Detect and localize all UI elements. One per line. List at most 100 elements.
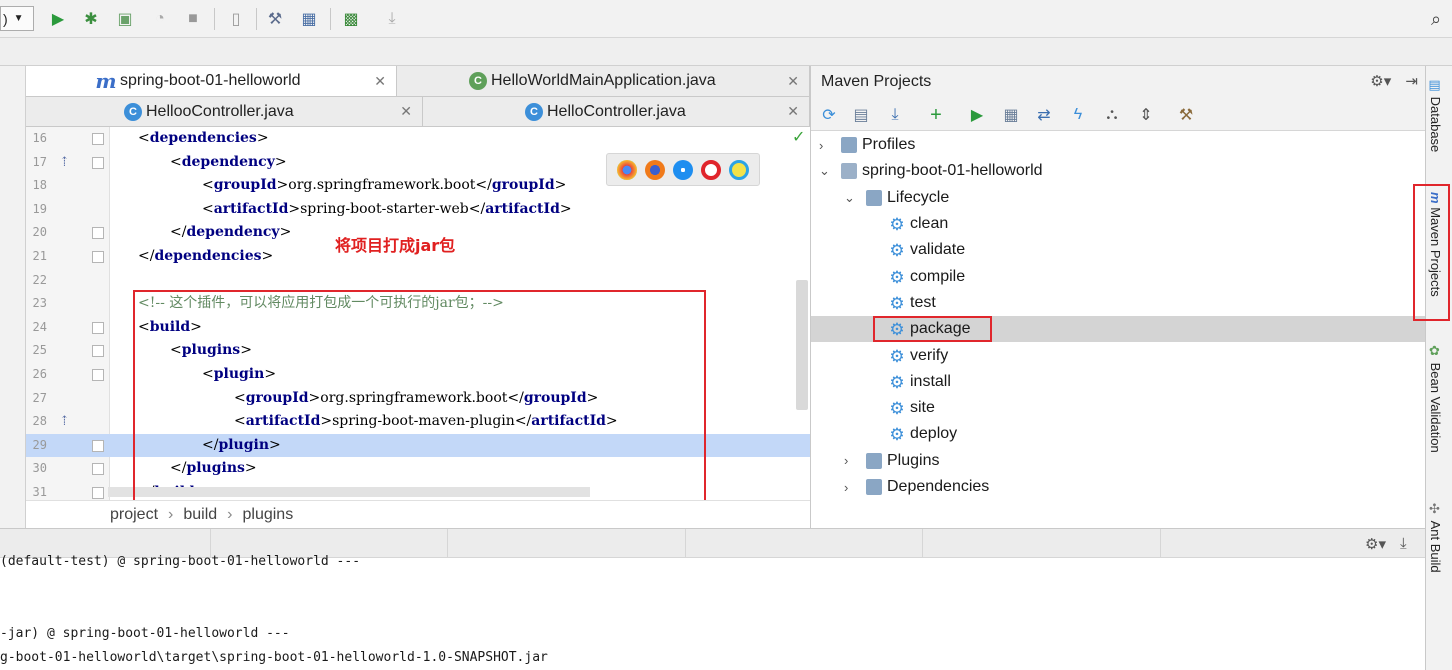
xml-tag-name: artifactId	[485, 200, 560, 217]
maven-tree-item-install[interactable]: ⚙ install	[811, 369, 1426, 395]
annotation-highlight-box	[1413, 184, 1450, 321]
profile-icon[interactable]: ◔	[148, 7, 172, 31]
chevron-right-icon[interactable]: ›	[844, 453, 848, 468]
show-dependencies-icon[interactable]: ⛬	[1101, 104, 1123, 126]
run-config-select[interactable]: ) ▼	[0, 6, 34, 31]
close-icon[interactable]: ✕	[787, 103, 799, 120]
tab-hellocontroller-2[interactable]: C HelloController.java ✕	[423, 97, 810, 126]
bean-validation-tab[interactable]: ✿ Bean Validation	[1428, 344, 1443, 453]
generate-sources-icon[interactable]: ▤	[850, 104, 872, 126]
fold-marker-icon[interactable]	[92, 251, 104, 263]
maven-tree-item-validate[interactable]: ⚙ validate	[811, 237, 1426, 263]
override-marker-icon[interactable]: ⇡	[59, 151, 70, 175]
fold-marker-icon[interactable]	[92, 321, 104, 334]
line-number: 27	[32, 390, 47, 405]
gear-icon[interactable]: ⚙▾	[1370, 73, 1391, 90]
close-icon[interactable]: ✕	[374, 73, 386, 90]
chevron-down-icon[interactable]: ⌄	[844, 190, 855, 206]
breadcrumb-item-plugins[interactable]: plugins	[243, 506, 294, 524]
console-output[interactable]: (default-test) @ spring-boot-01-hellowor…	[0, 554, 1425, 670]
ant-build-tab[interactable]: ✣ Ant Build	[1428, 502, 1443, 573]
maven-tree-item-clean[interactable]: ⚙ clean	[811, 211, 1426, 237]
fold-marker-icon[interactable]	[92, 463, 104, 476]
fold-marker-icon[interactable]	[92, 156, 104, 169]
ie-icon[interactable]	[729, 159, 749, 180]
maven-icon[interactable]: ▩	[339, 7, 363, 31]
tab-spring-boot-01-helloworld[interactable]: m spring-boot-01-helloworld ✕	[26, 66, 397, 96]
code-line[interactable]: 16 <dependencies>	[26, 127, 810, 151]
skip-tests-icon[interactable]: ϟ	[1067, 104, 1089, 126]
download-icon[interactable]: ⤓	[380, 7, 404, 31]
fold-marker-icon[interactable]	[92, 487, 104, 499]
fold-marker-icon[interactable]	[92, 345, 104, 358]
close-icon[interactable]: ✕	[787, 73, 799, 90]
annotation-text: 将项目打成jar包	[335, 236, 456, 255]
tab-helloworldmainapplication[interactable]: C HelloWorldMainApplication.java ✕	[397, 66, 810, 96]
breadcrumb-item-project[interactable]: project	[110, 506, 158, 524]
maven-tree-item-site[interactable]: ⚙ site	[811, 395, 1426, 421]
maven-tree-item-deploy[interactable]: ⚙ deploy	[811, 421, 1426, 447]
chevron-right-icon[interactable]: ›	[819, 138, 823, 153]
project-structure-icon[interactable]: ⚒	[263, 7, 287, 31]
class-icon: C	[525, 102, 543, 121]
editor-vertical-scrollbar[interactable]	[796, 280, 808, 410]
code-line[interactable]: 22	[26, 269, 810, 293]
code-line[interactable]: 19 <artifactId>spring-boot-starter-web</a…	[26, 198, 810, 222]
maven-panel-title: Maven Projects	[821, 72, 932, 90]
collapse-all-icon[interactable]: ⇕	[1135, 104, 1157, 126]
tree-item-label: Dependencies	[887, 478, 990, 496]
xml-bracket: <	[138, 130, 150, 146]
database-tab[interactable]: ▤ Database	[1428, 78, 1443, 152]
maven-tree-item-verify[interactable]: ⚙ verify	[811, 342, 1426, 368]
fold-marker-icon[interactable]	[92, 369, 104, 381]
build-artifact-icon[interactable]: ▯	[224, 7, 248, 31]
chevron-right-icon[interactable]: ›	[844, 480, 848, 495]
chrome-icon[interactable]	[617, 159, 637, 180]
maven-tree-item-test[interactable]: ⚙ test	[811, 290, 1426, 316]
stop-icon[interactable]: ■	[181, 7, 205, 31]
run-goal-icon[interactable]: ▶	[966, 104, 988, 126]
run-config-icon[interactable]: ▦	[1000, 104, 1022, 126]
firefox-icon[interactable]	[645, 159, 665, 180]
maven-tree-item-plugins[interactable]: › Plugins	[811, 448, 1426, 474]
maven-tree-item-lifecycle[interactable]: ⌄ Lifecycle	[811, 185, 1426, 211]
left-tool-strip	[0, 66, 26, 528]
gear-icon: ⚙	[889, 346, 905, 366]
xml-text: org.springframework.boot	[288, 177, 476, 194]
download-sources-icon[interactable]: ⤓	[884, 104, 906, 126]
run-icon[interactable]: ▶	[46, 7, 70, 31]
override-marker-icon[interactable]: ⇡	[59, 410, 70, 434]
tab-label: spring-boot-01-helloworld	[120, 72, 301, 89]
toggle-offline-icon[interactable]: ⇄	[1033, 104, 1055, 126]
line-number: 30	[32, 461, 47, 476]
maven-tree-item-profiles[interactable]: › Profiles	[811, 132, 1426, 158]
main-toolbar: ) ▼ ▶ ✱ ▣ ◔ ■ ▯ ⚒ ▦ ▩ ⤓ ⌕	[0, 0, 1452, 38]
maven-tree-item-dependencies[interactable]: › Dependencies	[811, 474, 1426, 500]
chevron-down-icon[interactable]: ⌄	[819, 163, 830, 179]
hide-panel-icon[interactable]: ⇥	[1405, 73, 1418, 90]
fold-marker-icon[interactable]	[92, 133, 104, 145]
coverage-icon[interactable]: ▣	[113, 7, 137, 31]
breadcrumb-item-build[interactable]: build	[183, 506, 217, 524]
sdk-icon[interactable]: ▦	[297, 7, 321, 31]
tree-item-label: test	[910, 293, 936, 311]
close-icon[interactable]: ✕	[400, 103, 412, 120]
reimport-icon[interactable]: ⟳	[818, 104, 840, 126]
debug-icon[interactable]: ✱	[79, 7, 103, 31]
tree-item-label: clean	[910, 215, 949, 233]
hide-console-icon[interactable]: ⤓	[1400, 535, 1407, 552]
tree-item-label: verify	[910, 346, 949, 364]
search-icon[interactable]: ⌕	[1424, 7, 1448, 31]
fold-marker-icon[interactable]	[92, 439, 104, 452]
fold-marker-icon[interactable]	[92, 227, 104, 240]
opera-icon[interactable]	[701, 159, 721, 180]
maven-tree-item-compile[interactable]: ⚙ compile	[811, 264, 1426, 290]
xml-tag-name: dependency	[186, 224, 280, 241]
tab-hellocontroller-1[interactable]: C HellooController.java ✕	[26, 97, 423, 126]
add-icon[interactable]: +	[925, 104, 947, 126]
maven-tree-item-spring-boot-01-helloworld[interactable]: ⌄ spring-boot-01-helloworld	[811, 158, 1426, 184]
gear-icon[interactable]: ⚙▾	[1365, 535, 1386, 553]
maven-settings-icon[interactable]: ⚒	[1175, 104, 1197, 126]
ant-icon: ✣	[1428, 502, 1443, 517]
safari-icon[interactable]	[673, 159, 693, 180]
